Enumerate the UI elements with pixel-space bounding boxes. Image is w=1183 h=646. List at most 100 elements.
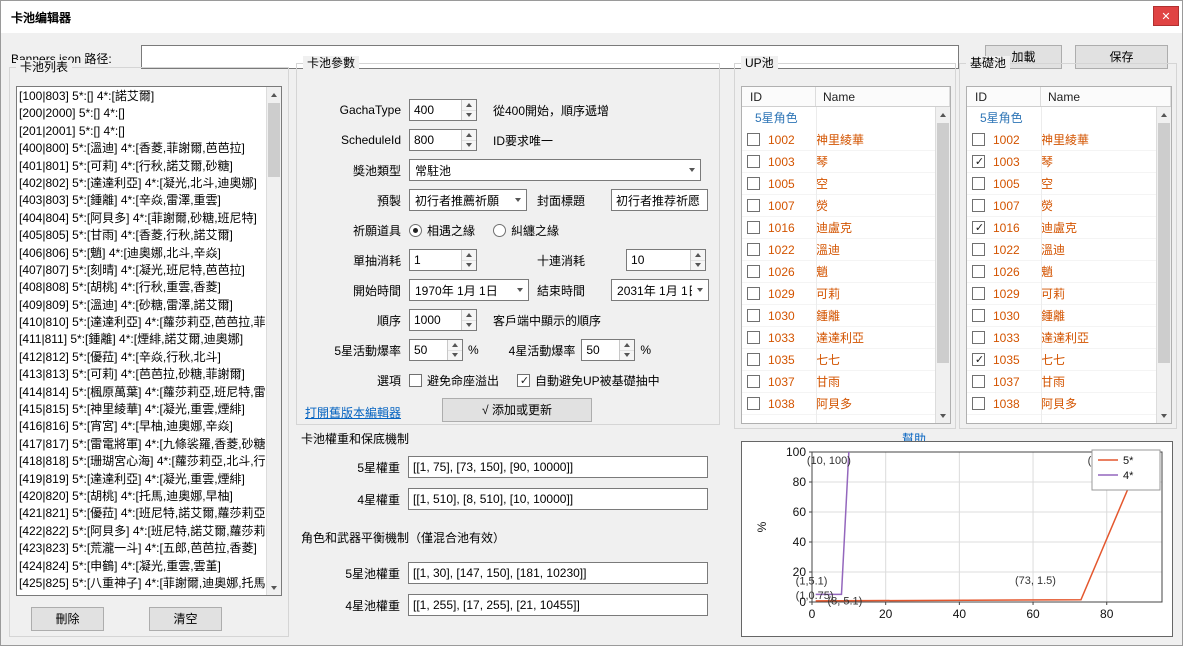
spin-up-button[interactable] xyxy=(691,250,705,260)
scheduleid-spinner[interactable]: 800 xyxy=(409,129,477,151)
row-checkbox[interactable] xyxy=(972,287,985,300)
row-checkbox[interactable] xyxy=(747,177,760,190)
four-star-pool-weight-input[interactable] xyxy=(408,594,708,616)
pool-type-select[interactable]: 常駐池 xyxy=(409,159,701,181)
list-item[interactable]: [420|820] 5*:[胡桃] 4*:[托馬,迪奧娜,早柚] xyxy=(19,488,265,505)
table-row[interactable]: 1035七七 xyxy=(742,349,935,371)
legacy-editor-link[interactable]: 打開舊版本編輯器 xyxy=(305,404,401,421)
auto-avoid-up-checkbox[interactable] xyxy=(517,374,530,387)
avoid-constellation-overflow-checkbox[interactable] xyxy=(409,374,422,387)
table-row[interactable]: 1022溫迪 xyxy=(967,239,1156,261)
list-item[interactable]: [200|2000] 5*:[] 4*:[] xyxy=(19,105,265,122)
table-row[interactable]: 1005空 xyxy=(742,173,935,195)
list-item[interactable]: [400|800] 5*:[溫迪] 4*:[香菱,菲謝爾,芭芭拉] xyxy=(19,140,265,157)
spin-up-button[interactable] xyxy=(620,340,634,350)
single-cost-spinner[interactable]: 1 xyxy=(409,249,477,271)
list-item[interactable]: [403|803] 5*:[鍾離] 4*:[辛焱,雷澤,重雲] xyxy=(19,192,265,209)
delete-button[interactable]: 刪除 xyxy=(31,607,104,631)
row-checkbox[interactable] xyxy=(747,331,760,344)
row-checkbox[interactable] xyxy=(972,177,985,190)
row-checkbox[interactable] xyxy=(747,287,760,300)
spin-down-button[interactable] xyxy=(462,140,476,151)
list-item[interactable]: [408|808] 5*:[胡桃] 4*:[行秋,重雲,香菱] xyxy=(19,279,265,296)
row-checkbox[interactable] xyxy=(972,133,985,146)
start-time-picker[interactable]: 1970年 1月 1日 xyxy=(409,279,529,301)
pool-listbox[interactable]: [100|803] 5*:[] 4*:[諾艾爾][200|2000] 5*:[]… xyxy=(16,86,282,596)
wish-item-radio-acquaint[interactable] xyxy=(409,224,422,237)
row-checkbox[interactable] xyxy=(747,243,760,256)
list-item[interactable]: [424|824] 5*:[申鶴] 4*:[凝光,重雲,雲堇] xyxy=(19,558,265,575)
five-star-rate-spinner[interactable]: 50 xyxy=(409,339,463,361)
table-row[interactable]: 1002神里綾華 xyxy=(967,129,1156,151)
row-checkbox[interactable] xyxy=(972,331,985,344)
row-checkbox[interactable] xyxy=(747,265,760,278)
table-row[interactable]: 1038阿貝多 xyxy=(967,393,1156,415)
five-star-weight-input[interactable] xyxy=(408,456,708,478)
close-button[interactable]: ✕ xyxy=(1153,6,1179,26)
row-checkbox[interactable] xyxy=(972,221,985,234)
four-star-rate-spinner[interactable]: 50 xyxy=(581,339,635,361)
scroll-down-button[interactable] xyxy=(267,580,281,595)
cover-title-input[interactable] xyxy=(611,189,708,211)
row-checkbox[interactable] xyxy=(747,199,760,212)
end-time-picker[interactable]: 2031年 1月 1日 xyxy=(611,279,709,301)
row-checkbox[interactable] xyxy=(747,133,760,146)
sort-spinner[interactable]: 1000 xyxy=(409,309,477,331)
spin-down-button[interactable] xyxy=(462,260,476,271)
row-checkbox[interactable] xyxy=(972,309,985,322)
table-row[interactable]: 1016迪盧克 xyxy=(742,217,935,239)
scroll-down-button[interactable] xyxy=(1157,408,1171,423)
table-row[interactable]: 1016迪盧克 xyxy=(967,217,1156,239)
list-item[interactable]: [404|804] 5*:[阿貝多] 4*:[菲謝爾,砂糖,班尼特] xyxy=(19,210,265,227)
list-item[interactable]: [410|810] 5*:[達達利亞] 4*:[蘿莎莉亞,芭芭拉,菲謝爾] xyxy=(19,314,265,331)
list-item[interactable]: [421|821] 5*:[優菈] 4*:[班尼特,諾艾爾,蘿莎莉亞] xyxy=(19,505,265,522)
spin-down-button[interactable] xyxy=(448,350,462,361)
four-star-weight-input[interactable] xyxy=(408,488,708,510)
table-row[interactable]: 1029可莉 xyxy=(967,283,1156,305)
spin-down-button[interactable] xyxy=(462,320,476,331)
row-checkbox[interactable] xyxy=(747,397,760,410)
table-row[interactable]: 1005空 xyxy=(967,173,1156,195)
list-item[interactable]: [422|822] 5*:[阿貝多] 4*:[班尼特,諾艾爾,蘿莎莉亞] xyxy=(19,523,265,540)
list-item[interactable]: [401|801] 5*:[可莉] 4*:[行秋,諾艾爾,砂糖] xyxy=(19,158,265,175)
scrollbar-thumb[interactable] xyxy=(1158,123,1170,363)
list-item[interactable]: [406|806] 5*:[魈] 4*:[迪奧娜,北斗,辛焱] xyxy=(19,245,265,262)
scroll-up-button[interactable] xyxy=(267,87,281,102)
table-row[interactable]: 1022溫迪 xyxy=(742,239,935,261)
spin-down-button[interactable] xyxy=(462,110,476,121)
row-checkbox[interactable] xyxy=(747,309,760,322)
five-star-pool-weight-input[interactable] xyxy=(408,562,708,584)
row-checkbox[interactable] xyxy=(972,353,985,366)
table-row[interactable]: 1038阿貝多 xyxy=(742,393,935,415)
list-item[interactable]: [418|818] 5*:[珊瑚宮心海] 4*:[蘿莎莉亞,北斗,行秋] xyxy=(19,453,265,470)
scrollbar[interactable] xyxy=(1156,107,1171,423)
spin-down-button[interactable] xyxy=(691,260,705,271)
table-row[interactable]: 1035七七 xyxy=(967,349,1156,371)
table-row[interactable]: 1002神里綾華 xyxy=(742,129,935,151)
row-checkbox[interactable] xyxy=(972,375,985,388)
scrollbar-thumb[interactable] xyxy=(937,123,949,363)
list-item[interactable]: [412|812] 5*:[優菈] 4*:[辛焱,行秋,北斗] xyxy=(19,349,265,366)
scrollbar-thumb[interactable] xyxy=(268,103,280,177)
table-row[interactable]: 1003琴 xyxy=(742,151,935,173)
table-row[interactable]: 1026魈 xyxy=(967,261,1156,283)
row-checkbox[interactable] xyxy=(972,265,985,278)
wish-item-radio-intertwined[interactable] xyxy=(493,224,506,237)
clear-button[interactable]: 清空 xyxy=(149,607,222,631)
scrollbar[interactable] xyxy=(266,87,281,595)
list-item[interactable]: [414|814] 5*:[楓原萬葉] 4*:[蘿莎莉亞,班尼特,雷澤] xyxy=(19,384,265,401)
list-item[interactable]: [413|813] 5*:[可莉] 4*:[芭芭拉,砂糖,菲謝爾] xyxy=(19,366,265,383)
list-item[interactable]: [409|809] 5*:[溫迪] 4*:[砂糖,雷澤,諾艾爾] xyxy=(19,297,265,314)
list-item[interactable]: [407|807] 5*:[刻晴] 4*:[凝光,班尼特,芭芭拉] xyxy=(19,262,265,279)
row-checkbox[interactable] xyxy=(972,397,985,410)
list-item[interactable]: [405|805] 5*:[甘雨] 4*:[香菱,行秋,諾艾爾] xyxy=(19,227,265,244)
scroll-down-button[interactable] xyxy=(936,408,950,423)
scrollbar[interactable] xyxy=(935,107,950,423)
table-row[interactable]: 1029可莉 xyxy=(742,283,935,305)
preset-select[interactable]: 初行者推薦祈願 xyxy=(409,189,527,211)
table-row[interactable]: 1033達達利亞 xyxy=(742,327,935,349)
list-item[interactable]: [419|819] 5*:[達達利亞] 4*:[凝光,重雲,煙緋] xyxy=(19,471,265,488)
row-checkbox[interactable] xyxy=(972,155,985,168)
spin-up-button[interactable] xyxy=(462,250,476,260)
table-row[interactable]: 1003琴 xyxy=(967,151,1156,173)
